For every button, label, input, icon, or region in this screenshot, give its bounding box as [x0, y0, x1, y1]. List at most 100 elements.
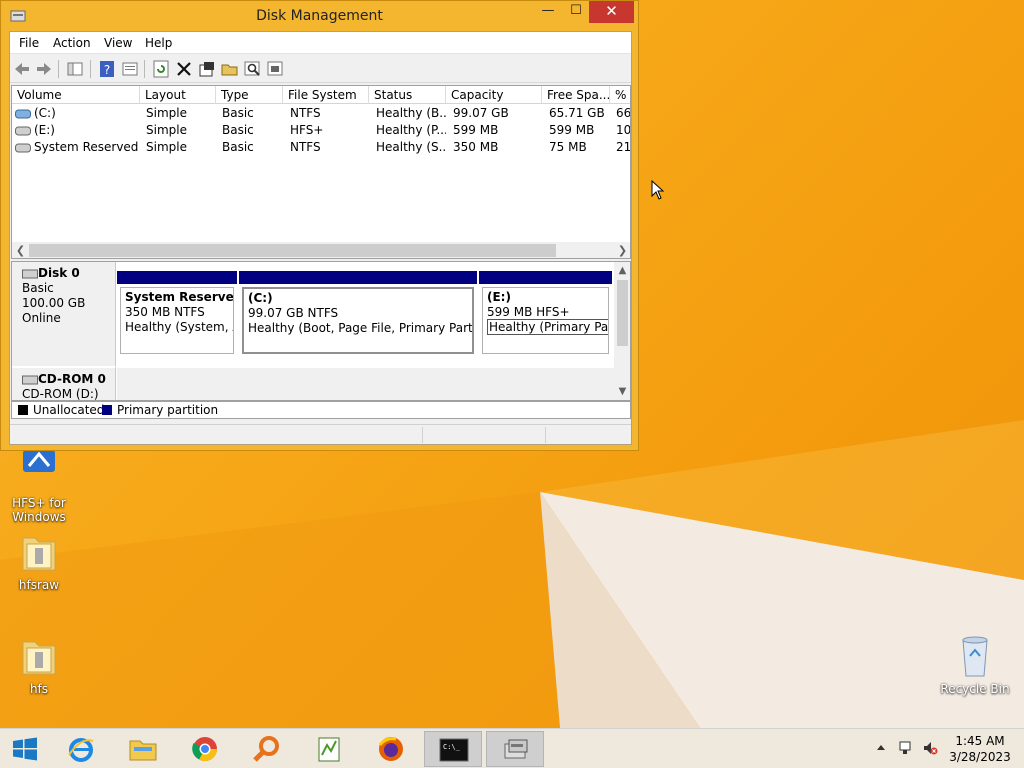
menu-file[interactable]: File: [19, 36, 39, 50]
desktop-icon-hfs[interactable]: hfs: [1, 632, 77, 696]
column-header-type[interactable]: Type: [216, 86, 283, 104]
partition-info: (E:) 599 MB HFS+ Healthy (Primary Partit…: [482, 287, 609, 354]
volume-fs: NTFS: [290, 106, 321, 120]
column-header-file-system[interactable]: File System: [283, 86, 369, 104]
console-tree-icon[interactable]: [66, 60, 84, 78]
desktop-icon-recycle-bin[interactable]: Recycle Bin: [937, 632, 1013, 696]
status-pane-divider: [545, 427, 546, 443]
disk-state: Online: [22, 311, 61, 325]
volume-row-c[interactable]: (C:) Simple Basic NTFS Healthy (B... 99.…: [12, 105, 630, 122]
partition-detail: 599 MB HFS+: [487, 305, 570, 319]
folder-icon: [15, 528, 63, 576]
delete-icon[interactable]: [175, 60, 193, 78]
desktop-icon-hfs-for-windows[interactable]: HFS+ for Windows: [1, 446, 77, 524]
vertical-scroll-thumb[interactable]: [617, 280, 628, 346]
chrome-icon: [192, 737, 217, 762]
firefox-icon: [378, 737, 403, 761]
cd-rom-0-label[interactable]: CD-ROM 0 CD-ROM (D:): [12, 366, 116, 401]
horizontal-scroll-thumb[interactable]: [29, 244, 556, 257]
help-icon[interactable]: ?: [98, 60, 116, 78]
clock[interactable]: 1:45 AM 3/28/2023: [945, 733, 1015, 765]
toolbar-separator: [58, 60, 59, 78]
close-button[interactable]: ✕: [589, 1, 634, 23]
column-header-layout[interactable]: Layout: [140, 86, 216, 104]
taskbar-file-explorer[interactable]: [114, 731, 172, 767]
primary-partition-band: [239, 271, 477, 284]
scroll-down-arrow[interactable]: ▼: [614, 383, 630, 400]
vertical-scrollbar[interactable]: ▲ ▼: [614, 262, 630, 400]
file-explorer-icon: [129, 740, 157, 761]
volume-type: Basic: [222, 140, 254, 154]
command-prompt-icon: C:\_: [439, 738, 469, 762]
legend-primary-partition: Primary partition: [117, 403, 219, 417]
desktop-icon-hfsraw[interactable]: hfsraw: [1, 528, 77, 592]
volume-fs: NTFS: [290, 140, 321, 154]
horizontal-scrollbar[interactable]: ❮ ❯: [12, 242, 630, 258]
disk-settings-icon[interactable]: [267, 60, 285, 78]
scroll-left-arrow[interactable]: ❮: [12, 242, 29, 258]
taskbar-search-app[interactable]: [238, 731, 296, 767]
network-icon[interactable]: [898, 740, 914, 756]
volume-layout: Simple: [146, 106, 187, 120]
scroll-right-arrow[interactable]: ❯: [614, 242, 630, 258]
show-hidden-icons-chevron-icon[interactable]: [876, 743, 886, 751]
volume-muted-icon[interactable]: [922, 740, 938, 756]
menu-bar: File Action View Help: [10, 32, 631, 54]
desktop-icon-label: hfs: [29, 682, 49, 696]
taskbar-command-prompt[interactable]: C:\_: [424, 731, 482, 767]
menu-help[interactable]: Help: [145, 36, 172, 50]
partition-e[interactable]: (E:) 599 MB HFS+ Healthy (Primary Partit…: [479, 271, 612, 359]
column-header-volume[interactable]: Volume: [12, 86, 140, 104]
volume-status: Healthy (B...: [376, 106, 446, 120]
volume-free: 65.71 GB: [549, 106, 605, 120]
menu-view[interactable]: View: [104, 36, 132, 50]
search-icon[interactable]: [244, 60, 262, 78]
volume-pct-free: 100: [616, 123, 631, 137]
partition-system-reserved[interactable]: System Reserved 350 MB NTFS Healthy (Sys…: [117, 271, 237, 359]
unallocated-swatch: [18, 405, 28, 415]
forward-arrow-icon[interactable]: [35, 60, 53, 78]
column-header-capacity[interactable]: Capacity: [446, 86, 542, 104]
taskbar-chrome[interactable]: [176, 731, 234, 767]
volume-type: Basic: [222, 123, 254, 137]
disk-graphical-view: Disk 0 Basic 100.00 GB Online System Res…: [11, 261, 631, 401]
status-bar: [10, 424, 631, 444]
volume-layout: Simple: [146, 123, 187, 137]
properties-icon[interactable]: [121, 60, 139, 78]
partition-info: (C:) 99.07 GB NTFS Healthy (Boot, Page F…: [242, 287, 474, 354]
volume-status: Healthy (S...: [376, 140, 446, 154]
menu-action[interactable]: Action: [53, 36, 91, 50]
add-icon[interactable]: [198, 60, 216, 78]
scroll-up-arrow[interactable]: ▲: [614, 262, 630, 279]
taskbar-firefox[interactable]: [362, 731, 420, 767]
taskbar-internet-explorer[interactable]: [52, 731, 110, 767]
taskbar: C:\_: [0, 728, 1024, 768]
back-arrow-icon[interactable]: [13, 60, 31, 78]
open-folder-icon[interactable]: [221, 60, 239, 78]
notepad-app-icon: [318, 737, 340, 762]
disk-name: CD-ROM 0: [38, 372, 106, 386]
toolbar-separator: [144, 60, 145, 78]
volume-row-system-reserved[interactable]: System Reserved Simple Basic NTFS Health…: [12, 139, 630, 156]
volume-list: Volume Layout Type File System Status Ca…: [11, 85, 631, 259]
legend-bar: Unallocated Primary partition: [11, 401, 631, 419]
drive-icon: [15, 126, 31, 136]
cd-rom-drive: CD-ROM (D:): [22, 387, 99, 401]
taskbar-notepad-app[interactable]: [300, 731, 358, 767]
volume-row-e[interactable]: (E:) Simple Basic HFS+ Healthy (P... 599…: [12, 122, 631, 139]
volume-fs: HFS+: [290, 123, 324, 137]
column-header-free-space[interactable]: Free Spa...: [542, 86, 610, 104]
disk-management-icon: [504, 739, 528, 759]
maximize-button[interactable]: ☐: [559, 1, 593, 23]
disk-0-label[interactable]: Disk 0 Basic 100.00 GB Online: [12, 262, 116, 366]
mouse-cursor-icon: [651, 180, 665, 200]
column-header-percent-free[interactable]: % F: [610, 86, 630, 104]
start-button[interactable]: [0, 731, 58, 767]
title-bar[interactable]: Disk Management — ☐ ✕: [1, 1, 638, 31]
partition-c[interactable]: (C:) 99.07 GB NTFS Healthy (Boot, Page F…: [239, 271, 477, 359]
taskbar-disk-management[interactable]: [486, 731, 544, 767]
primary-partition-band: [117, 271, 237, 284]
partition-status: Healthy (System, Ac: [125, 320, 233, 334]
column-header-status[interactable]: Status: [369, 86, 446, 104]
refresh-icon[interactable]: [152, 60, 170, 78]
